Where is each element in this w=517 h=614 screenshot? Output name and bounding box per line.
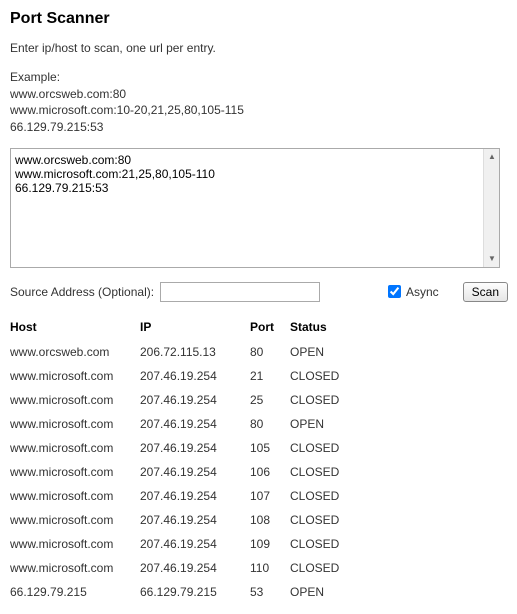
cell-ip: 207.46.19.254 [140, 460, 250, 484]
cell-host: 66.129.79.215 [10, 580, 140, 604]
table-row: www.microsoft.com207.46.19.254108CLOSED [10, 508, 410, 532]
cell-host: www.microsoft.com [10, 484, 140, 508]
cell-port: 53 [250, 580, 290, 604]
table-row: www.microsoft.com207.46.19.254109CLOSED [10, 532, 410, 556]
header-status: Status [290, 316, 410, 340]
table-header-row: Host IP Port Status [10, 316, 410, 340]
example-label: Example: [10, 69, 507, 86]
table-row: www.microsoft.com207.46.19.25480OPEN [10, 412, 410, 436]
cell-status: CLOSED [290, 532, 410, 556]
cell-status: CLOSED [290, 508, 410, 532]
cell-host: www.microsoft.com [10, 436, 140, 460]
async-label: Async [406, 285, 439, 299]
cell-port: 107 [250, 484, 290, 508]
cell-status: CLOSED [290, 484, 410, 508]
cell-port: 21 [250, 364, 290, 388]
cell-port: 25 [250, 388, 290, 412]
cell-host: www.microsoft.com [10, 412, 140, 436]
example-line: 66.129.79.215:53 [10, 119, 507, 136]
cell-ip: 207.46.19.254 [140, 364, 250, 388]
cell-ip: 207.46.19.254 [140, 412, 250, 436]
source-address-label: Source Address (Optional): [10, 285, 154, 299]
cell-status: OPEN [290, 580, 410, 604]
source-address-input[interactable] [160, 282, 320, 302]
instructions-text: Enter ip/host to scan, one url per entry… [10, 40, 507, 57]
page-title: Port Scanner [10, 10, 507, 28]
async-checkbox-wrap[interactable]: Async [384, 282, 439, 301]
example-line: www.microsoft.com:10-20,21,25,80,105-115 [10, 102, 507, 119]
table-row: www.microsoft.com207.46.19.25421CLOSED [10, 364, 410, 388]
example-line: www.orcsweb.com:80 [10, 86, 507, 103]
cell-port: 108 [250, 508, 290, 532]
cell-ip: 207.46.19.254 [140, 532, 250, 556]
cell-port: 80 [250, 340, 290, 364]
cell-host: www.orcsweb.com [10, 340, 140, 364]
cell-ip: 207.46.19.254 [140, 388, 250, 412]
cell-status: CLOSED [290, 556, 410, 580]
controls-row: Source Address (Optional): Async Scan [10, 282, 508, 302]
cell-port: 109 [250, 532, 290, 556]
scan-button[interactable]: Scan [463, 282, 508, 302]
table-row: 66.129.79.21566.129.79.21553OPEN [10, 580, 410, 604]
table-row: www.orcsweb.com206.72.115.1380OPEN [10, 340, 410, 364]
scrollbar[interactable]: ▲ ▼ [483, 149, 499, 267]
cell-ip: 206.72.115.13 [140, 340, 250, 364]
scroll-up-icon[interactable]: ▲ [484, 149, 500, 165]
cell-host: www.microsoft.com [10, 508, 140, 532]
table-row: www.microsoft.com207.46.19.254107CLOSED [10, 484, 410, 508]
cell-status: CLOSED [290, 364, 410, 388]
example-block: Example: www.orcsweb.com:80 www.microsof… [10, 69, 507, 136]
cell-ip: 66.129.79.215 [140, 580, 250, 604]
results-table: Host IP Port Status www.orcsweb.com206.7… [10, 316, 410, 604]
hosts-input-wrap: ▲ ▼ [10, 148, 500, 268]
table-row: www.microsoft.com207.46.19.254105CLOSED [10, 436, 410, 460]
cell-ip: 207.46.19.254 [140, 556, 250, 580]
header-host: Host [10, 316, 140, 340]
cell-host: www.microsoft.com [10, 460, 140, 484]
cell-port: 80 [250, 412, 290, 436]
cell-status: CLOSED [290, 436, 410, 460]
cell-port: 105 [250, 436, 290, 460]
cell-port: 110 [250, 556, 290, 580]
cell-host: www.microsoft.com [10, 556, 140, 580]
cell-ip: 207.46.19.254 [140, 436, 250, 460]
table-row: www.microsoft.com207.46.19.25425CLOSED [10, 388, 410, 412]
table-row: www.microsoft.com207.46.19.254110CLOSED [10, 556, 410, 580]
async-checkbox[interactable] [388, 285, 401, 298]
scroll-down-icon[interactable]: ▼ [484, 251, 500, 267]
cell-status: CLOSED [290, 388, 410, 412]
cell-status: CLOSED [290, 460, 410, 484]
cell-port: 106 [250, 460, 290, 484]
header-ip: IP [140, 316, 250, 340]
cell-host: www.microsoft.com [10, 532, 140, 556]
hosts-input[interactable] [11, 149, 483, 267]
cell-host: www.microsoft.com [10, 388, 140, 412]
cell-status: OPEN [290, 340, 410, 364]
cell-host: www.microsoft.com [10, 364, 140, 388]
cell-ip: 207.46.19.254 [140, 484, 250, 508]
cell-ip: 207.46.19.254 [140, 508, 250, 532]
header-port: Port [250, 316, 290, 340]
cell-status: OPEN [290, 412, 410, 436]
table-row: www.microsoft.com207.46.19.254106CLOSED [10, 460, 410, 484]
